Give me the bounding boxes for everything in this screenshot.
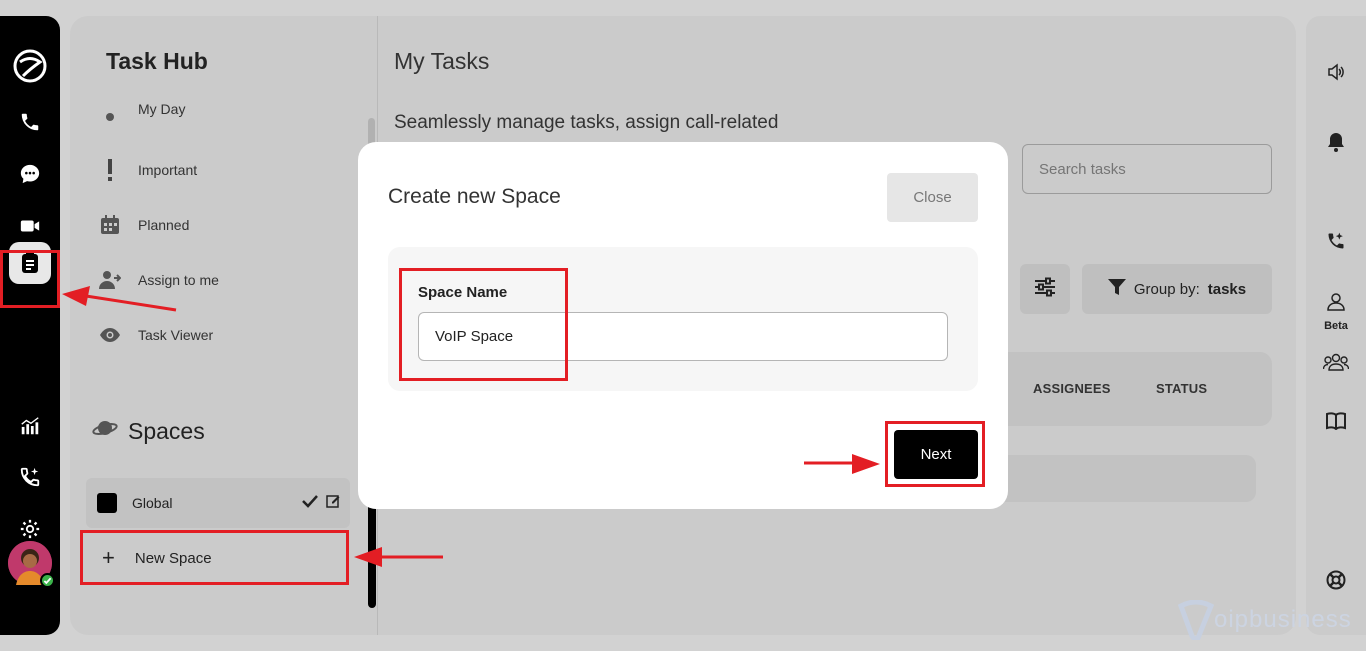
spaces-heading: Spaces [92, 417, 205, 445]
space-item-global[interactable]: Global [86, 478, 350, 528]
close-button[interactable]: Close [887, 173, 978, 222]
video-icon[interactable] [0, 208, 60, 244]
sun-icon [98, 103, 122, 127]
modal-title: Create new Space [388, 185, 561, 208]
watermark-text: oipbusiness [1214, 606, 1352, 633]
beta-user-button[interactable]: Beta [1306, 290, 1366, 334]
speaker-icon[interactable] [1306, 60, 1366, 84]
edit-icon[interactable] [326, 494, 340, 513]
planet-icon [92, 417, 118, 445]
nav-item-label: Planned [138, 217, 190, 233]
highlight-tasks-icon [0, 250, 60, 308]
space-color-swatch [97, 493, 117, 513]
nav-item-my-day[interactable]: My Day [98, 101, 348, 129]
group-by-value: tasks [1207, 280, 1247, 298]
phone-icon[interactable] [0, 104, 60, 140]
calendar-icon [98, 213, 122, 237]
group-by-label: Group by: [1133, 280, 1200, 298]
call-ai-icon[interactable] [0, 459, 60, 495]
online-status-icon [40, 573, 55, 588]
nav-item-planned[interactable]: Planned [98, 210, 348, 240]
arrow-to-new-space [354, 547, 443, 567]
nav-item-label: My Day [138, 101, 186, 117]
column-header-status[interactable]: STATUS [1156, 381, 1207, 396]
highlight-next-button [885, 421, 985, 487]
check-icon[interactable] [302, 494, 318, 513]
sliders-icon [1034, 277, 1056, 302]
nav-item-task-viewer[interactable]: Task Viewer [98, 320, 348, 350]
exclamation-icon [98, 158, 122, 182]
app-logo-icon[interactable] [0, 48, 60, 84]
avatar[interactable] [8, 541, 55, 588]
call-transfer-icon[interactable] [1306, 229, 1366, 253]
filter-settings-button[interactable] [1020, 264, 1070, 314]
nav-item-label: Task Viewer [138, 327, 214, 343]
group-by-button[interactable]: Group by: tasks [1082, 264, 1272, 314]
task-hub-title: Task Hub [106, 48, 208, 74]
book-icon[interactable] [1306, 409, 1366, 433]
chat-icon[interactable] [0, 156, 60, 192]
watermark-logo-icon [1178, 600, 1214, 640]
highlight-new-space [80, 530, 349, 585]
arrow-to-tasks-icon [62, 286, 177, 312]
spaces-title-text: Spaces [128, 417, 205, 444]
funnel-icon [1107, 278, 1126, 300]
search-input[interactable] [1022, 144, 1272, 194]
space-name: Global [132, 495, 173, 511]
column-header-assignees[interactable]: ASSIGNEES [1033, 381, 1111, 396]
bell-icon[interactable] [1306, 130, 1366, 154]
page-title: My Tasks [394, 48, 490, 74]
support-icon[interactable] [1306, 568, 1366, 592]
group-users-icon[interactable] [1306, 350, 1366, 374]
user-icon [1327, 292, 1345, 316]
analytics-icon[interactable] [0, 408, 60, 444]
watermark-logo: oipbusiness [1178, 600, 1352, 640]
nav-item-important[interactable]: Important [98, 155, 348, 185]
arrow-to-next-button [804, 454, 880, 474]
beta-label: Beta [1324, 319, 1348, 332]
highlight-space-name-field [399, 268, 568, 381]
page-description: Seamlessly manage tasks, assign call-rel… [394, 112, 779, 133]
nav-item-label: Important [138, 162, 198, 178]
eye-icon [98, 323, 122, 347]
